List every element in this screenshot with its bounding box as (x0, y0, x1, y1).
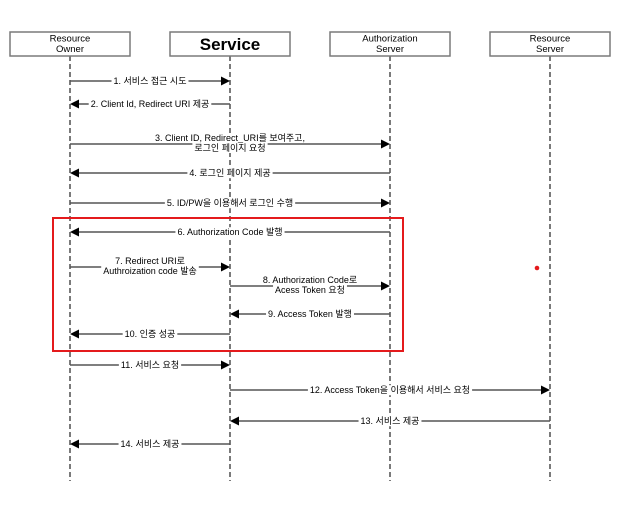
arrow-head-icon (70, 99, 79, 109)
message-label: 13. 서비스 제공 (361, 416, 420, 426)
messages: 1. 서비스 접근 시도 2. Client Id, Redirect URI 제… (70, 75, 550, 450)
arrow-head-icon (230, 416, 239, 426)
message-label: 12. Access Token을 이용해서 서비스 요청 (310, 385, 470, 395)
message-5: 5. ID/PW을 이용해서 로그인 수행 (70, 197, 390, 209)
message-4: 4. 로그인 페이지 제공 (70, 168, 390, 179)
sequence-diagram: ResourceOwner Service AuthorizationServerR… (9, 31, 611, 481)
actor-resource-server: ResourceServer (489, 31, 611, 57)
message-label: 6. Authorization Code 발행 (177, 226, 282, 237)
arrow-head-icon (541, 385, 550, 395)
message-label: Authroization code 발송 (103, 266, 197, 276)
arrow-head-icon (70, 227, 79, 237)
actor-label: Service (200, 35, 261, 54)
actor-resource-owner: ResourceOwner (9, 31, 131, 57)
message-label: 2. Client Id, Redirect URI 제공 (91, 99, 210, 109)
message-label: 9. Access Token 발행 (268, 308, 352, 319)
message-2: 2. Client Id, Redirect URI 제공 (70, 99, 230, 110)
actor-label: Resource (530, 34, 571, 45)
actor-label: Server (536, 44, 564, 55)
message-9: 9. Access Token 발행 (230, 308, 390, 320)
arrow-head-icon (70, 329, 79, 339)
message-6: 6. Authorization Code 발행 (70, 226, 390, 238)
message-8: 8. Authorization Code로Acess Token 요청 (230, 275, 390, 295)
message-label: 11. 서비스 요청 (121, 360, 179, 370)
actor-label: Server (376, 44, 404, 55)
message-label: 1. 서비스 접근 시도 (114, 75, 187, 86)
message-label: 4. 로그인 페이지 제공 (189, 168, 270, 178)
message-label: 3. Client ID, Redirect_URI를 보여주고, (155, 132, 305, 143)
message-label: 10. 인증 성공 (125, 329, 176, 339)
message-label: 7. Redirect URI로 (115, 256, 185, 266)
arrow-head-icon (221, 360, 230, 370)
message-11: 11. 서비스 요청 (70, 360, 230, 371)
message-label: 5. ID/PW을 이용해서 로그인 수행 (167, 197, 293, 208)
message-label: Acess Token 요청 (275, 285, 345, 295)
actor-authorization-server: AuthorizationServer (329, 31, 451, 57)
actors: ResourceOwner Service AuthorizationServerR… (9, 31, 611, 57)
arrow-head-icon (381, 139, 390, 149)
message-1: 1. 서비스 접근 시도 (70, 75, 230, 87)
message-label: 8. Authorization Code로 (263, 275, 357, 285)
message-7: 7. Redirect URI로Authroization code 발송 (70, 256, 230, 276)
arrow-head-icon (70, 168, 79, 178)
marker-dot (534, 265, 540, 271)
arrow-head-icon (381, 198, 390, 208)
message-label: 14. 서비스 제공 (121, 439, 180, 449)
arrow-head-icon (221, 76, 230, 86)
message-10: 10. 인증 성공 (70, 329, 230, 340)
arrow-head-icon (230, 309, 239, 319)
arrow-head-icon (70, 439, 79, 449)
arrow-head-icon (381, 281, 390, 291)
message-12: 12. Access Token을 이용해서 서비스 요청 (230, 385, 550, 396)
actor-label: Authorization (362, 34, 417, 45)
actor-service: Service (169, 31, 291, 57)
message-13: 13. 서비스 제공 (230, 416, 550, 427)
message-14: 14. 서비스 제공 (70, 439, 230, 450)
message-3: 3. Client ID, Redirect_URI를 보여주고,로그인 페이지… (70, 132, 390, 153)
actor-label: Owner (56, 44, 84, 55)
arrow-head-icon (221, 262, 230, 272)
message-label: 로그인 페이지 요청 (194, 143, 265, 153)
actor-label: Resource (50, 34, 91, 45)
